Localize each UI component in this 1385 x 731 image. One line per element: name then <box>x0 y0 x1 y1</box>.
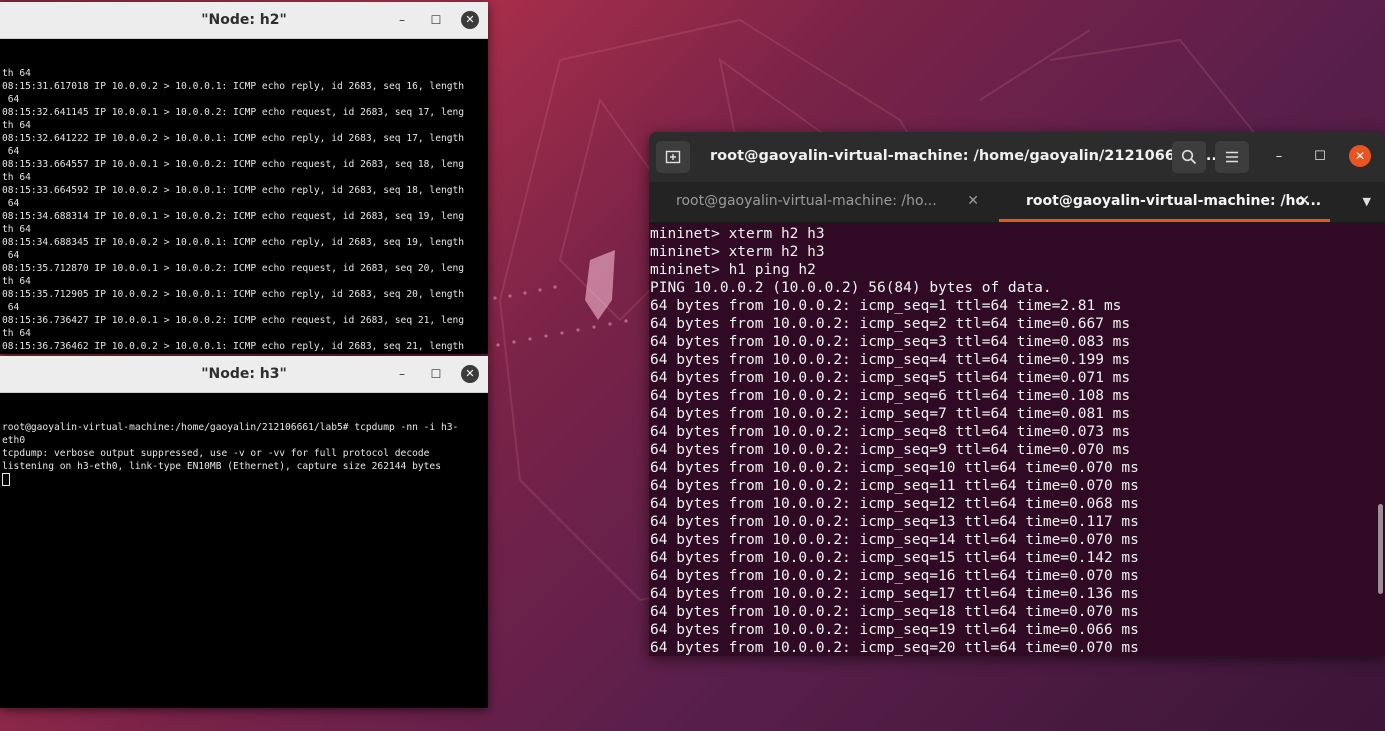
window-title: "Node: h3" <box>201 366 287 382</box>
tab-close-icon[interactable]: ✕ <box>1298 182 1310 220</box>
close-icon[interactable]: ✕ <box>1349 145 1371 167</box>
window-titlebar[interactable]: "Node: h2" – ☐ ✕ <box>0 2 488 39</box>
window-titlebar[interactable]: "Node: h3" – ☐ ✕ <box>0 356 488 393</box>
terminal-line: 64 bytes from 10.0.0.2: icmp_seq=3 ttl=6… <box>650 334 1131 350</box>
tab-bar: root@gaoyalin-virtual-machine: /ho... ✕ … <box>649 182 1385 223</box>
terminal-line: 64 bytes from 10.0.0.2: icmp_seq=5 ttl=6… <box>650 370 1131 386</box>
terminal-line: 08:15:36.736462 IP 10.0.0.2 > 10.0.0.1: … <box>2 341 465 352</box>
terminal-line: 64 <box>2 250 20 261</box>
terminal-line: 64 bytes from 10.0.0.2: icmp_seq=19 ttl=… <box>650 622 1139 638</box>
tab-label: root@gaoyalin-virtual-machine: /ho... <box>676 193 937 209</box>
terminal-line: th 64 <box>2 276 31 287</box>
terminal-line: 64 bytes from 10.0.0.2: icmp_seq=9 ttl=6… <box>650 442 1131 458</box>
terminal-line: listening on h3-eth0, link-type EN10MB (… <box>2 461 441 472</box>
terminal-line: 08:15:35.712905 IP 10.0.0.2 > 10.0.0.1: … <box>2 289 465 300</box>
terminal-line: 64 bytes from 10.0.0.2: icmp_seq=14 ttl=… <box>650 532 1139 548</box>
terminal-line: 08:15:32.641222 IP 10.0.0.2 > 10.0.0.1: … <box>2 133 465 144</box>
terminal-line: mininet> h1 ping h2 <box>650 262 816 278</box>
window-title: root@gaoyalin-virtual-machine: /home/gao… <box>710 148 1217 164</box>
new-tab-icon[interactable] <box>656 141 690 173</box>
terminal-line: 64 bytes from 10.0.0.2: icmp_seq=11 ttl=… <box>650 478 1139 494</box>
terminal-line: 08:15:33.664592 IP 10.0.0.2 > 10.0.0.1: … <box>2 185 465 196</box>
search-icon[interactable] <box>1172 141 1206 173</box>
tab-terminal-1[interactable]: root@gaoyalin-virtual-machine: /ho... ✕ <box>649 182 999 222</box>
terminal-line: 64 bytes from 10.0.0.2: icmp_seq=20 ttl=… <box>650 640 1139 656</box>
terminal-line: 64 bytes from 10.0.0.2: icmp_seq=2 ttl=6… <box>650 316 1131 332</box>
terminal-line: 64 bytes from 10.0.0.2: icmp_seq=6 ttl=6… <box>650 388 1131 404</box>
terminal-line: 08:15:34.688314 IP 10.0.0.1 > 10.0.0.2: … <box>2 211 465 222</box>
terminal-line: 64 bytes from 10.0.0.2: icmp_seq=7 ttl=6… <box>650 406 1131 422</box>
terminal-line: 08:15:33.664557 IP 10.0.0.1 > 10.0.0.2: … <box>2 159 465 170</box>
terminal-line: 64 <box>2 302 20 313</box>
terminal-line: 64 <box>2 198 20 209</box>
close-icon[interactable]: ✕ <box>461 11 479 29</box>
gnome-terminal-window[interactable]: root@gaoyalin-virtual-machine: /home/gao… <box>649 132 1385 656</box>
minimize-icon[interactable]: – <box>393 365 411 383</box>
terminal-line: 64 bytes from 10.0.0.2: icmp_seq=8 ttl=6… <box>650 424 1131 440</box>
terminal-line: root@gaoyalin-virtual-machine:/home/gaoy… <box>2 422 459 433</box>
terminal-line: 64 <box>2 94 20 105</box>
terminal-line: 64 bytes from 10.0.0.2: icmp_seq=1 ttl=6… <box>650 298 1122 314</box>
terminal-line: mininet> xterm h2 h3 <box>650 244 825 260</box>
terminal-line: tcpdump: verbose output suppressed, use … <box>2 448 430 459</box>
terminal-line: 64 bytes from 10.0.0.2: icmp_seq=15 ttl=… <box>650 550 1139 566</box>
terminal-line: 08:15:32.641145 IP 10.0.0.1 > 10.0.0.2: … <box>2 107 465 118</box>
scrollbar[interactable] <box>1375 223 1383 656</box>
terminal-line: th 64 <box>2 120 31 131</box>
terminal-line: 64 <box>2 353 486 354</box>
tab-close-icon[interactable]: ✕ <box>967 182 979 220</box>
terminal-line: th 64 <box>2 172 31 183</box>
terminal-line: 08:15:35.712870 IP 10.0.0.1 > 10.0.0.2: … <box>2 263 465 274</box>
terminal-line: th 64 <box>2 68 31 79</box>
scrollbar-thumb[interactable] <box>1378 504 1383 594</box>
maximize-icon[interactable]: ☐ <box>1309 146 1331 168</box>
terminal-line: th 64 <box>2 224 31 235</box>
maximize-icon[interactable]: ☐ <box>427 11 445 29</box>
terminal-output[interactable]: th 64 08:15:31.617018 IP 10.0.0.2 > 10.0.… <box>2 41 486 354</box>
terminal-line: th 64 <box>2 328 31 339</box>
tab-label: root@gaoyalin-virtual-machine: /ho... <box>1026 193 1322 209</box>
terminal-output[interactable]: mininet> xterm h2 h3 mininet> xterm h2 h3… <box>650 223 1371 656</box>
xterm-window-h2[interactable]: "Node: h2" – ☐ ✕ th 64 08:15:31.617018 IP… <box>0 2 488 354</box>
tab-terminal-2[interactable]: root@gaoyalin-virtual-machine: /ho... ✕ <box>999 182 1330 222</box>
terminal-output[interactable]: root@gaoyalin-virtual-machine:/home/gaoy… <box>2 395 486 708</box>
window-title: "Node: h2" <box>201 12 287 28</box>
terminal-line: 08:15:31.617018 IP 10.0.0.2 > 10.0.0.1: … <box>2 81 465 92</box>
terminal-line: 08:15:36.736427 IP 10.0.0.1 > 10.0.0.2: … <box>2 315 465 326</box>
minimize-icon[interactable]: – <box>393 11 411 29</box>
terminal-cursor <box>2 473 10 486</box>
terminal-line: 64 bytes from 10.0.0.2: icmp_seq=13 ttl=… <box>650 514 1139 530</box>
terminal-line: mininet> xterm h2 h3 <box>650 226 825 242</box>
hamburger-menu-icon[interactable] <box>1215 141 1249 173</box>
terminal-line: 64 bytes from 10.0.0.2: icmp_seq=4 ttl=6… <box>650 352 1131 368</box>
terminal-line: 64 bytes from 10.0.0.2: icmp_seq=18 ttl=… <box>650 604 1139 620</box>
terminal-line: PING 10.0.0.2 (10.0.0.2) 56(84) bytes of… <box>650 280 1052 296</box>
terminal-line: 64 bytes from 10.0.0.2: icmp_seq=12 ttl=… <box>650 496 1139 512</box>
close-icon[interactable]: ✕ <box>461 365 479 383</box>
terminal-line: 08:15:34.688345 IP 10.0.0.2 > 10.0.0.1: … <box>2 237 465 248</box>
minimize-icon[interactable]: – <box>1268 146 1290 168</box>
terminal-line: 64 bytes from 10.0.0.2: icmp_seq=16 ttl=… <box>650 568 1139 584</box>
terminal-line: eth0 <box>2 435 26 446</box>
maximize-icon[interactable]: ☐ <box>427 365 445 383</box>
terminal-line: 64 bytes from 10.0.0.2: icmp_seq=10 ttl=… <box>650 460 1139 476</box>
header-bar[interactable]: root@gaoyalin-virtual-machine: /home/gao… <box>649 132 1385 182</box>
terminal-line: 64 bytes from 10.0.0.2: icmp_seq=17 ttl=… <box>650 586 1139 602</box>
xterm-window-h3[interactable]: "Node: h3" – ☐ ✕ root@gaoyalin-virtual-m… <box>0 356 488 708</box>
terminal-line: 64 <box>2 146 20 157</box>
tab-list-dropdown-icon[interactable]: ▼ <box>1363 182 1371 222</box>
